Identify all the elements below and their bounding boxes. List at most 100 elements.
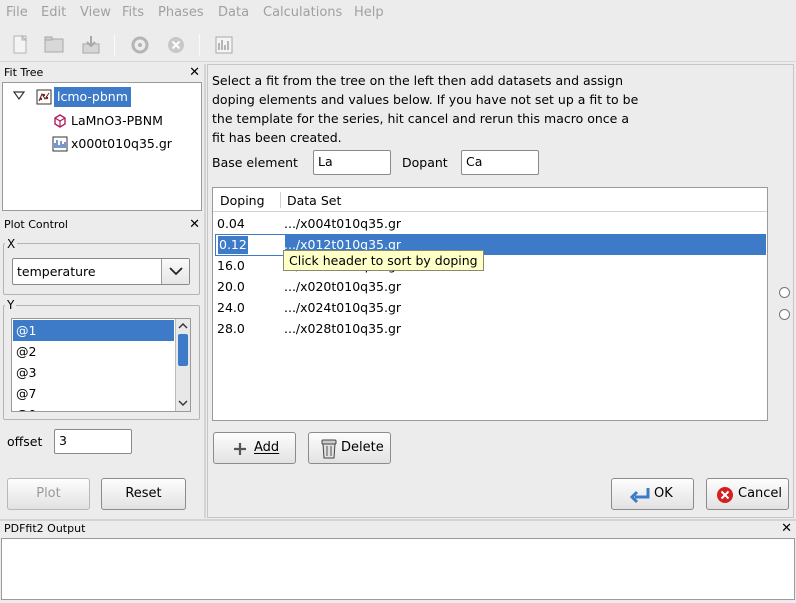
toolbar [0, 28, 796, 62]
phase-icon [52, 113, 68, 129]
header-divider[interactable] [280, 192, 281, 208]
base-element-input[interactable]: La [313, 150, 391, 175]
list-item[interactable]: @1 [13, 320, 174, 341]
dataset-icon [52, 136, 68, 152]
open-icon[interactable] [42, 33, 66, 57]
scroll-up-icon[interactable] [178, 321, 188, 331]
table-row[interactable]: 20.0 .../x020t010q35.gr [214, 276, 766, 297]
table-row[interactable]: 28.0 .../x028t010q35.gr [214, 318, 766, 339]
header-doping[interactable]: Doping [220, 193, 265, 208]
toolbar-separator [114, 34, 115, 56]
close-icon[interactable]: ✕ [189, 217, 200, 233]
table-row[interactable]: 0.04 .../x004t010q35.gr [214, 213, 766, 234]
x-group-label: X [5, 237, 18, 251]
cell-dataset[interactable]: .../x024t010q35.gr [284, 297, 401, 318]
enter-arrow-icon [629, 488, 650, 504]
add-button[interactable]: Add [213, 432, 296, 464]
cell-doping[interactable]: 0.04 [217, 213, 245, 234]
cell-dataset[interactable]: .../x028t010q35.gr [284, 318, 401, 339]
list-item[interactable]: @2 [13, 341, 174, 362]
plus-icon [234, 443, 246, 455]
instructions-line: the template for the series, hit cancel … [212, 111, 629, 126]
output-title-text: PDFfit2 Output [4, 522, 86, 535]
cell-doping[interactable]: 20.0 [217, 276, 245, 297]
close-icon[interactable]: ✕ [781, 521, 792, 537]
doping-table[interactable]: Doping Data Set 0.04 .../x004t010q35.gr … [212, 187, 768, 421]
cell-doping[interactable]: 0.12 [218, 236, 248, 254]
menu-view[interactable]: View [80, 5, 111, 20]
stop-icon[interactable] [164, 33, 188, 57]
run-icon[interactable] [128, 33, 152, 57]
instructions-line: fit has been created. [212, 130, 342, 145]
menu-data[interactable]: Data [218, 5, 249, 20]
cancel-button-label: Cancel [738, 486, 783, 501]
close-icon[interactable]: ✕ [189, 65, 200, 81]
offset-input[interactable]: 3 [54, 429, 132, 454]
ok-button-label: OK [654, 486, 673, 501]
fit-tree-title-text: Fit Tree [4, 66, 44, 79]
dopant-label: Dopant [402, 155, 448, 170]
chevron-down-icon[interactable] [161, 259, 189, 284]
ok-button[interactable]: OK [611, 478, 694, 510]
fit-tree-title: Fit Tree ✕ [0, 65, 204, 81]
cell-dataset[interactable]: .../x004t010q35.gr [284, 213, 401, 234]
trash-icon [321, 439, 337, 459]
plot-control-title-text: Plot Control [4, 218, 68, 231]
toolbar-separator [199, 34, 200, 56]
y-listbox[interactable]: @1 @2 @3 @7 @9 [11, 318, 191, 412]
add-button-label: Add [254, 440, 280, 455]
plot-control-title: Plot Control ✕ [0, 217, 204, 233]
output-title: PDFfit2 Output ✕ [0, 521, 796, 537]
x-combobox-value: temperature [17, 264, 96, 279]
tree-node-phase[interactable]: LaMnO3-PBNM [71, 111, 163, 131]
reset-button[interactable]: Reset [101, 478, 186, 510]
radio-option-1[interactable] [779, 287, 790, 298]
expand-arrow-icon[interactable] [13, 91, 25, 101]
cell-dataset[interactable]: .../x020t010q35.gr [284, 276, 401, 297]
menu-fits[interactable]: Fits [122, 5, 144, 20]
cancel-icon [717, 487, 733, 503]
scroll-down-icon[interactable] [178, 398, 188, 408]
splitter[interactable] [204, 64, 206, 518]
scroll-thumb[interactable] [178, 334, 188, 366]
output-text-area[interactable] [1, 538, 795, 600]
x-combobox[interactable]: temperature [12, 258, 190, 285]
new-icon[interactable] [8, 33, 32, 57]
instructions-text: Select a fit from the tree on the left t… [212, 71, 638, 147]
header-dataset[interactable]: Data Set [287, 193, 341, 208]
y-group-label: Y [5, 298, 17, 312]
delete-button[interactable]: Delete [308, 432, 391, 464]
cell-doping[interactable]: 24.0 [217, 297, 245, 318]
menu-edit[interactable]: Edit [41, 5, 66, 20]
menu-phases[interactable]: Phases [158, 5, 204, 20]
dopant-input[interactable]: Ca [461, 150, 539, 175]
fit-icon [36, 89, 52, 105]
list-item[interactable]: @9 [13, 404, 174, 411]
radio-option-2[interactable] [779, 309, 790, 320]
plot-icon[interactable] [212, 33, 236, 57]
menu-file[interactable]: File [6, 5, 28, 20]
fit-tree[interactable]: lcmo-pbnm LaMnO3-PBNM x000t010q35.gr [2, 82, 202, 211]
delete-button-label: Delete [341, 440, 384, 455]
instructions-line: doping elements and values below. If you… [212, 92, 639, 107]
instructions-line: Select a fit from the tree on the left t… [212, 73, 623, 88]
cancel-button[interactable]: Cancel [706, 478, 789, 510]
sort-tooltip: Click header to sort by doping [283, 250, 484, 271]
save-icon[interactable] [79, 33, 103, 57]
table-header: Doping Data Set [213, 188, 767, 212]
menu-bar: File Edit View Fits Phases Data Calculat… [0, 0, 796, 26]
tree-node-fit[interactable]: lcmo-pbnm [54, 87, 131, 107]
plot-button[interactable]: Plot [7, 478, 90, 510]
cell-doping[interactable]: 28.0 [217, 318, 245, 339]
y-list-scrollbar[interactable] [175, 319, 190, 411]
tree-node-dataset[interactable]: x000t010q35.gr [71, 134, 172, 154]
cell-doping[interactable]: 16.0 [217, 255, 245, 276]
list-item[interactable]: @7 [13, 383, 174, 404]
menu-help[interactable]: Help [354, 5, 384, 20]
base-element-label: Base element [212, 155, 298, 170]
menu-calculations[interactable]: Calculations [263, 5, 342, 20]
doping-edit-field[interactable]: 0.12 [215, 234, 286, 256]
table-row[interactable]: 24.0 .../x024t010q35.gr [214, 297, 766, 318]
offset-label: offset [7, 434, 43, 449]
list-item[interactable]: @3 [13, 362, 174, 383]
